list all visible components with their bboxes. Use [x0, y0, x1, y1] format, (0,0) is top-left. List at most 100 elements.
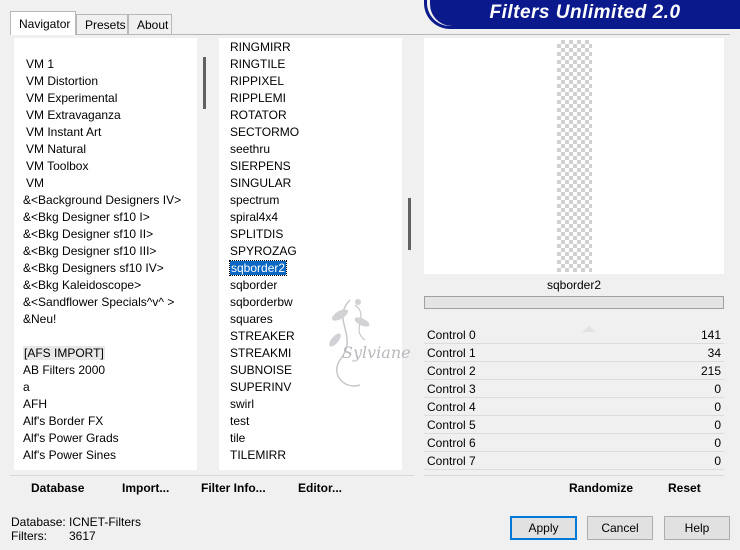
- control-row[interactable]: Control 5 0: [424, 416, 724, 434]
- database-button[interactable]: Database: [31, 480, 84, 496]
- control-row[interactable]: Control 7 0: [424, 452, 724, 470]
- category-item[interactable]: &Neu!: [23, 311, 56, 328]
- divider: [424, 475, 724, 476]
- filter-item[interactable]: tile: [230, 430, 245, 447]
- filter-item[interactable]: seethru: [230, 141, 270, 158]
- filter-item[interactable]: RINGTILE: [230, 56, 285, 73]
- category-item[interactable]: VM: [26, 175, 44, 192]
- filter-item[interactable]: RINGMIRR: [230, 39, 291, 56]
- filter-item[interactable]: SPLITDIS: [230, 226, 283, 243]
- category-item[interactable]: a: [23, 379, 30, 396]
- category-item[interactable]: VM Natural: [26, 141, 86, 158]
- filter-scroll-thumb[interactable]: [408, 198, 411, 250]
- control-value: 141: [700, 328, 721, 342]
- filter-item[interactable]: sqborder: [230, 277, 277, 294]
- category-item[interactable]: &<Background Designers IV>: [23, 192, 181, 209]
- filter-item-label: spiral4x4: [230, 210, 279, 224]
- category-item[interactable]: AFH: [23, 396, 47, 413]
- app-title-banner: Filters Unlimited 2.0: [424, 0, 740, 29]
- filter-item[interactable]: TILEMIRR: [230, 447, 286, 464]
- category-item-label: VM Distortion: [26, 74, 99, 88]
- category-item[interactable]: VM Toolbox: [26, 158, 88, 175]
- filter-item[interactable]: squares: [230, 311, 273, 328]
- category-item[interactable]: VM Extravaganza: [26, 107, 121, 124]
- control-row[interactable]: Control 3 0: [424, 380, 724, 398]
- filter-item[interactable]: sqborder2: [228, 260, 288, 277]
- filter-item[interactable]: SPYROZAG: [230, 243, 297, 260]
- control-row[interactable]: Control 0 141: [424, 326, 724, 344]
- category-list[interactable]: VM 1 VM Distortion VM Experimental VM Extra…: [14, 38, 212, 470]
- filter-item[interactable]: RIPPLEMI: [230, 90, 286, 107]
- category-item[interactable]: &<Bkg Designer sf10 II>: [23, 226, 153, 243]
- tab-presets[interactable]: Presets: [76, 14, 128, 34]
- category-item[interactable]: Alf's Power Grads: [23, 430, 119, 447]
- reset-button[interactable]: Reset: [668, 480, 701, 496]
- filter-item-label: SINGULAR: [230, 176, 292, 190]
- control-row[interactable]: Control 1 34: [424, 344, 724, 362]
- category-item[interactable]: Alf's Power Sines: [23, 447, 116, 464]
- filter-item[interactable]: SUPERINV: [230, 379, 291, 396]
- apply-button[interactable]: Apply: [510, 516, 577, 540]
- category-item[interactable]: AB Filters 2000: [23, 362, 105, 379]
- category-scroll-thumb[interactable]: [203, 57, 206, 109]
- tab-about[interactable]: About: [128, 14, 172, 34]
- category-item[interactable]: VM Distortion: [26, 73, 98, 90]
- filter-item-label: RIPPIXEL: [230, 74, 285, 88]
- control-value: 0: [714, 400, 721, 414]
- category-item-label: [AFS IMPORT]: [23, 346, 105, 360]
- control-value: 0: [714, 382, 721, 396]
- filter-item-label: SECTORMO: [230, 125, 300, 139]
- filter-item[interactable]: STREAKMI: [230, 345, 291, 362]
- filter-item[interactable]: ROTATOR: [230, 107, 287, 124]
- slider-thumb-icon[interactable]: [582, 326, 596, 332]
- category-item[interactable]: VM Experimental: [26, 90, 117, 107]
- category-item[interactable]: Alf's Border FX: [23, 413, 103, 430]
- control-row[interactable]: Control 4 0: [424, 398, 724, 416]
- filter-list[interactable]: RINGMIRR RINGTILE RIPPIXEL RIPPLEMI ROTATOR S…: [219, 38, 417, 470]
- help-button[interactable]: Help: [664, 516, 730, 540]
- filter-item[interactable]: RIPPIXEL: [230, 73, 284, 90]
- filter-info-button[interactable]: Filter Info...: [201, 480, 266, 496]
- filter-item-label: STREAKMI: [230, 346, 292, 360]
- category-item-label: VM Toolbox: [26, 159, 89, 173]
- filter-item[interactable]: spiral4x4: [230, 209, 278, 226]
- randomize-button[interactable]: Randomize: [569, 480, 633, 496]
- category-item-label: VM 1: [26, 57, 55, 71]
- filter-item[interactable]: SUBNOISE: [230, 362, 292, 379]
- category-item[interactable]: &<Sandflower Specials^v^ >: [23, 294, 174, 311]
- control-row[interactable]: Control 6 0: [424, 434, 724, 452]
- filter-scrollbar[interactable]: [402, 38, 417, 470]
- filter-item[interactable]: swirl: [230, 396, 254, 413]
- control-slider-track[interactable]: [424, 469, 724, 470]
- filter-item[interactable]: STREAKER: [230, 328, 295, 345]
- randomize-button-label: Randomize: [569, 481, 634, 495]
- category-item[interactable]: &<Bkg Designer sf10 III>: [23, 243, 156, 260]
- filter-item[interactable]: spectrum: [230, 192, 279, 209]
- category-item[interactable]: &<Bkg Designer sf10 I>: [23, 209, 150, 226]
- category-item[interactable]: &<Bkg Kaleidoscope>: [23, 277, 141, 294]
- control-value: 34: [707, 346, 721, 360]
- status-filters-count: 3617: [69, 529, 96, 543]
- editor-button[interactable]: Editor...: [298, 480, 342, 496]
- category-item-label: Alf's Power Grads: [23, 431, 119, 445]
- filter-item[interactable]: test: [230, 413, 249, 430]
- control-row[interactable]: Control 2 215: [424, 362, 724, 380]
- control-value: 215: [700, 364, 721, 378]
- category-item[interactable]: VM 1: [26, 56, 54, 73]
- database-button-label: Database: [31, 481, 85, 495]
- filter-item[interactable]: SECTORMO: [230, 124, 299, 141]
- import-button[interactable]: Import...: [122, 480, 169, 496]
- category-item[interactable]: [AFS IMPORT]: [23, 345, 105, 362]
- category-item-label: &<Background Designers IV>: [23, 193, 182, 207]
- category-item[interactable]: &<Bkg Designers sf10 IV>: [23, 260, 164, 277]
- category-item[interactable]: VM Instant Art: [26, 124, 101, 141]
- control-label: Control 5: [427, 418, 476, 432]
- filter-item[interactable]: SIERPENS: [230, 158, 291, 175]
- control-value: 0: [714, 418, 721, 432]
- filter-item[interactable]: SINGULAR: [230, 175, 291, 192]
- category-item-label: &<Bkg Designer sf10 I>: [23, 210, 150, 224]
- cancel-button[interactable]: Cancel: [587, 516, 653, 540]
- tab-navigator[interactable]: Navigator: [10, 11, 76, 35]
- filter-item[interactable]: sqborderbw: [230, 294, 293, 311]
- control-label: Control 4: [427, 400, 476, 414]
